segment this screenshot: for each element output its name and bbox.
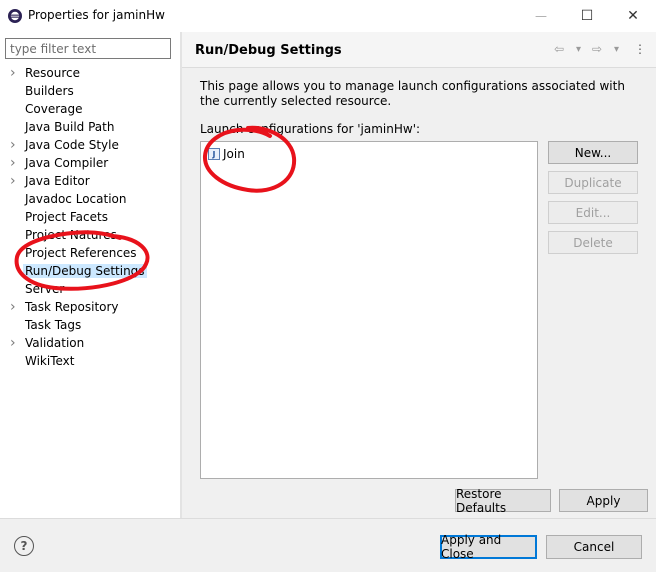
tree-item-label: Project Natures <box>25 228 117 242</box>
duplicate-button[interactable]: Duplicate <box>548 171 638 194</box>
delete-button[interactable]: Delete <box>548 231 638 254</box>
minimize-button[interactable]: — <box>518 0 564 32</box>
tree-item-label: Java Build Path <box>25 120 115 134</box>
dialog-button-bar: ? Apply and Close Cancel <box>0 518 656 572</box>
close-icon: ✕ <box>627 8 639 24</box>
filter-input[interactable] <box>5 38 171 59</box>
new-button[interactable]: New... <box>548 141 638 164</box>
tree-item-label: Task Repository <box>25 300 119 314</box>
apply-button[interactable]: Apply <box>559 489 648 512</box>
chevron-right-icon[interactable]: › <box>10 298 20 316</box>
property-pages-panel: › Resource Builders Coverage Java Build Path… <box>0 32 180 518</box>
tree-item-label: Run/Debug Settings <box>23 264 147 278</box>
forward-arrow-icon[interactable]: ⇨ <box>592 42 602 56</box>
tree-item[interactable]: › Java Editor <box>0 172 180 190</box>
page-header: Run/Debug Settings ⇦ ▾ ⇨ ▾ ⋮ <box>182 32 656 68</box>
page-title: Run/Debug Settings <box>195 43 342 58</box>
apply-and-close-button[interactable]: Apply and Close <box>440 533 537 561</box>
list-item-label: Join <box>223 147 245 161</box>
maximize-icon: ☐ <box>580 8 594 24</box>
tree-item[interactable]: Project Natures <box>0 226 180 244</box>
tree-item[interactable]: Project Facets <box>0 208 180 226</box>
launch-configurations-label: Launch configurations for 'jaminHw': <box>200 122 421 136</box>
tree-item[interactable]: › Resource <box>0 64 180 82</box>
tree-item[interactable]: Javadoc Location <box>0 190 180 208</box>
window-title: Properties for jaminHw <box>28 8 165 22</box>
tree-item[interactable]: Server <box>0 280 180 298</box>
tree-item-label: Resource <box>25 66 81 80</box>
tree-item[interactable]: WikiText <box>0 352 180 370</box>
page-description: This page allows you to manage launch co… <box>200 79 625 108</box>
tree-item-label: Builders <box>25 84 74 98</box>
tree-item-label: Java Code Style <box>25 138 119 152</box>
tree-item-label: Javadoc Location <box>25 192 127 206</box>
chevron-right-icon[interactable]: › <box>10 172 20 190</box>
view-menu-icon[interactable]: ⋮ <box>634 42 646 56</box>
tree-item[interactable]: › Java Compiler <box>0 154 180 172</box>
page-content: Run/Debug Settings ⇦ ▾ ⇨ ▾ ⋮ This page a… <box>182 32 656 518</box>
back-menu-chevron-icon[interactable]: ▾ <box>576 44 581 55</box>
tree-item[interactable]: › Java Code Style <box>0 136 180 154</box>
tree-item-label: Java Compiler <box>25 156 109 170</box>
tree-item[interactable]: Task Tags <box>0 316 180 334</box>
back-arrow-icon[interactable]: ⇦ <box>554 42 564 56</box>
minimize-icon: — <box>535 9 547 23</box>
cancel-button[interactable]: Cancel <box>546 535 642 559</box>
eclipse-app-icon <box>8 9 22 23</box>
property-pages-tree: › Resource Builders Coverage Java Build Path… <box>0 64 180 370</box>
tree-item-label: Task Tags <box>25 318 82 332</box>
tree-item-label: Validation <box>25 336 85 350</box>
tree-item[interactable]: Project References <box>0 244 180 262</box>
launch-configurations-list[interactable]: J Join <box>200 141 538 479</box>
tree-item-label: Server <box>25 282 65 296</box>
close-button[interactable]: ✕ <box>610 0 656 32</box>
restore-defaults-button[interactable]: Restore Defaults <box>455 487 551 515</box>
chevron-right-icon[interactable]: › <box>10 136 20 154</box>
tree-item-label: Coverage <box>25 102 83 116</box>
forward-menu-chevron-icon[interactable]: ▾ <box>614 44 619 55</box>
help-icon[interactable]: ? <box>14 536 34 556</box>
list-item[interactable]: J Join <box>208 146 245 162</box>
tree-item-label: Project References <box>25 246 137 260</box>
tree-item[interactable]: › Validation <box>0 334 180 352</box>
java-icon: J <box>208 148 220 160</box>
tree-item-label: Project Facets <box>25 210 108 224</box>
tree-item[interactable]: › Task Repository <box>0 298 180 316</box>
chevron-right-icon[interactable]: › <box>10 64 20 82</box>
tree-item-label: WikiText <box>25 354 75 368</box>
tree-item[interactable]: Builders <box>0 82 180 100</box>
tree-item[interactable]: Run/Debug Settings <box>0 262 180 280</box>
tree-item[interactable]: Coverage <box>0 100 180 118</box>
tree-item-label: Java Editor <box>25 174 90 188</box>
maximize-button[interactable]: ☐ <box>564 0 610 32</box>
chevron-right-icon[interactable]: › <box>10 154 20 172</box>
edit-button[interactable]: Edit... <box>548 201 638 224</box>
tree-item[interactable]: Java Build Path <box>0 118 180 136</box>
title-bar: Properties for jaminHw — ☐ ✕ <box>0 0 656 32</box>
chevron-right-icon[interactable]: › <box>10 334 20 352</box>
